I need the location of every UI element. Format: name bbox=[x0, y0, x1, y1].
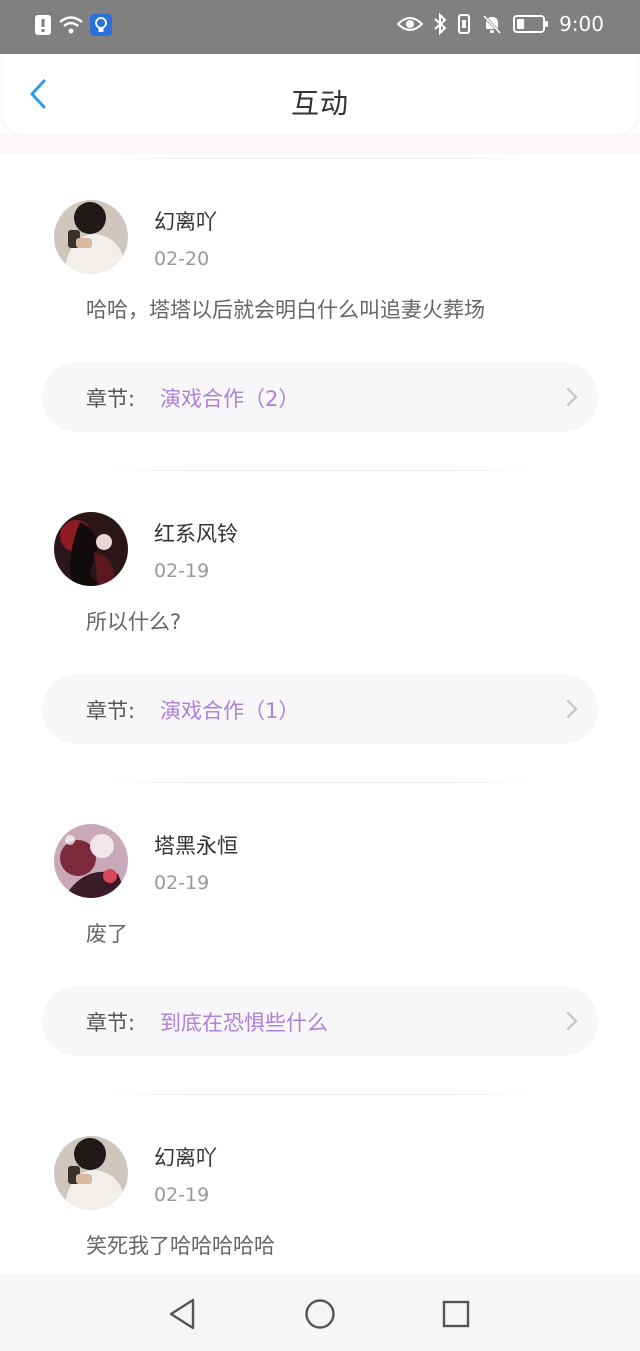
divider bbox=[100, 158, 540, 159]
alert-icon bbox=[34, 14, 52, 36]
interaction-item: 幻离吖 02-19 笑死我了哈哈哈哈哈 bbox=[0, 1090, 640, 1274]
eye-icon bbox=[397, 15, 424, 33]
comment-text: 笑死我了哈哈哈哈哈 bbox=[86, 1234, 275, 1258]
divider bbox=[100, 470, 540, 471]
status-right-icons: 9:00 bbox=[397, 12, 604, 36]
nav-recents-key[interactable] bbox=[436, 1294, 476, 1334]
chapter-name: 到底在恐惧些什么 bbox=[160, 1011, 328, 1035]
chevron-right-icon bbox=[566, 1011, 578, 1031]
comment-date: 02-19 bbox=[154, 560, 210, 582]
status-left-icons bbox=[34, 14, 112, 36]
chevron-right-icon bbox=[566, 387, 578, 407]
home-circle-icon bbox=[305, 1299, 335, 1329]
comment-text: 哈哈，塔塔以后就会明白什么叫追妻火葬场 bbox=[86, 298, 485, 322]
avatar[interactable] bbox=[54, 1136, 128, 1210]
recents-square-icon bbox=[442, 1300, 470, 1328]
chapter-prefix: 章节: bbox=[86, 387, 136, 411]
divider bbox=[100, 782, 540, 783]
wifi-icon bbox=[58, 14, 84, 36]
chapter-link[interactable]: 章节: 到底在恐惧些什么 bbox=[42, 986, 598, 1056]
avatar[interactable] bbox=[54, 200, 128, 274]
interaction-item: 红系风铃 02-19 所以什么? 章节: 演戏合作（1） bbox=[0, 466, 640, 778]
comment-date: 02-19 bbox=[154, 1184, 210, 1206]
avatar[interactable] bbox=[54, 512, 128, 586]
chapter-link[interactable]: 章节: 演戏合作（1） bbox=[42, 674, 598, 744]
username[interactable]: 幻离吖 bbox=[154, 206, 217, 236]
username[interactable]: 红系风铃 bbox=[154, 518, 238, 548]
avatar[interactable] bbox=[54, 824, 128, 898]
username[interactable]: 幻离吖 bbox=[154, 1142, 217, 1172]
chevron-right-icon bbox=[566, 699, 578, 719]
comment-text: 所以什么? bbox=[86, 610, 182, 634]
back-triangle-icon bbox=[169, 1298, 195, 1330]
page-title: 互动 bbox=[290, 87, 349, 120]
comment-date: 02-20 bbox=[154, 248, 210, 270]
vibrate-icon bbox=[457, 13, 471, 35]
chapter-name: 演戏合作（1） bbox=[160, 699, 300, 723]
nav-home-key[interactable] bbox=[300, 1294, 340, 1334]
lightbulb-notification-icon bbox=[90, 14, 112, 36]
status-time: 9:00 bbox=[559, 12, 604, 36]
header-shadow-strip bbox=[0, 134, 640, 154]
chapter-link[interactable]: 章节: 演戏合作（2） bbox=[42, 362, 598, 432]
bluetooth-icon bbox=[433, 13, 447, 35]
divider bbox=[100, 1094, 540, 1095]
interaction-item: 塔黑永恒 02-19 废了 章节: 到底在恐惧些什么 bbox=[0, 778, 640, 1090]
comment-text: 废了 bbox=[86, 922, 128, 946]
comment-date: 02-19 bbox=[154, 872, 210, 894]
mute-bell-icon bbox=[481, 13, 503, 35]
chapter-prefix: 章节: bbox=[86, 1011, 136, 1035]
interaction-item: 幻离吖 02-20 哈哈，塔塔以后就会明白什么叫追妻火葬场 章节: 演戏合作（2… bbox=[0, 154, 640, 466]
interaction-list[interactable]: 幻离吖 02-20 哈哈，塔塔以后就会明白什么叫追妻火葬场 章节: 演戏合作（2… bbox=[0, 154, 640, 1274]
chapter-name: 演戏合作（2） bbox=[160, 387, 300, 411]
top-nav-bar: 互动 bbox=[2, 54, 638, 134]
nav-back-key[interactable] bbox=[162, 1294, 202, 1334]
system-nav-bar bbox=[0, 1274, 640, 1351]
battery-icon bbox=[513, 14, 549, 34]
status-bar: 9:00 bbox=[0, 0, 640, 54]
username[interactable]: 塔黑永恒 bbox=[154, 830, 238, 860]
chapter-prefix: 章节: bbox=[86, 699, 136, 723]
